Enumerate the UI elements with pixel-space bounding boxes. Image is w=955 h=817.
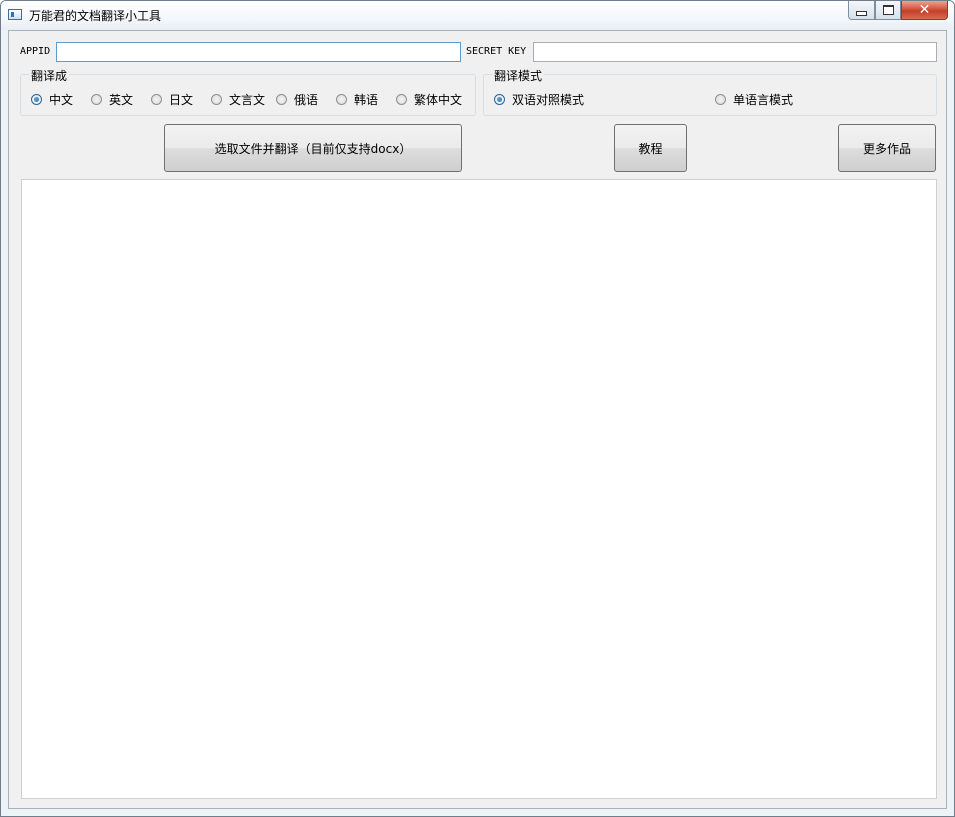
radio-label: 俄语 bbox=[294, 93, 319, 107]
window-title: 万能君的文档翻译小工具 bbox=[29, 9, 162, 23]
radio-unchecked-icon bbox=[336, 94, 347, 105]
radio-unchecked-icon bbox=[91, 94, 102, 105]
radio-lang-en[interactable]: 英文 bbox=[91, 91, 133, 108]
target-language-group: 翻译成 中文 英文 日文 文言文 俄语 韩语 繁体中文 bbox=[20, 67, 476, 116]
title-bar[interactable]: 万能君的文档翻译小工具 ✕ bbox=[1, 1, 954, 30]
radio-lang-ru[interactable]: 俄语 bbox=[276, 91, 318, 108]
radio-lang-classical[interactable]: 文言文 bbox=[211, 91, 265, 108]
radio-checked-icon bbox=[494, 94, 505, 105]
translate-mode-group: 翻译模式 双语对照模式 单语言模式 bbox=[483, 67, 937, 116]
radio-label: 中文 bbox=[49, 93, 74, 107]
target-language-title: 翻译成 bbox=[29, 67, 70, 84]
tutorial-button[interactable]: 教程 bbox=[614, 124, 687, 172]
radio-label: 双语对照模式 bbox=[512, 93, 585, 107]
maximize-icon bbox=[882, 5, 894, 15]
translate-mode-title: 翻译模式 bbox=[492, 67, 545, 84]
secret-key-input[interactable] bbox=[534, 43, 936, 61]
minimize-icon bbox=[856, 10, 867, 16]
radio-lang-zh-tw[interactable]: 繁体中文 bbox=[396, 91, 462, 108]
output-text-area[interactable] bbox=[21, 179, 937, 799]
appid-label: APPID bbox=[20, 46, 51, 57]
radio-lang-zh[interactable]: 中文 bbox=[31, 91, 73, 108]
radio-unchecked-icon bbox=[211, 94, 222, 105]
select-file-translate-button[interactable]: 选取文件并翻译（目前仅支持docx） bbox=[164, 124, 462, 172]
radio-unchecked-icon bbox=[151, 94, 162, 105]
close-icon: ✕ bbox=[918, 2, 931, 18]
radio-lang-ja[interactable]: 日文 bbox=[151, 91, 193, 108]
radio-mode-monolingual[interactable]: 单语言模式 bbox=[715, 91, 793, 108]
radio-label: 韩语 bbox=[354, 93, 379, 107]
radio-label: 文言文 bbox=[229, 93, 266, 107]
appid-field[interactable] bbox=[56, 42, 461, 62]
radio-label: 单语言模式 bbox=[733, 93, 794, 107]
maximize-button[interactable] bbox=[875, 1, 901, 20]
radio-lang-ko[interactable]: 韩语 bbox=[336, 91, 378, 108]
appid-input[interactable] bbox=[57, 43, 460, 61]
app-icon bbox=[8, 9, 22, 20]
radio-unchecked-icon bbox=[715, 94, 726, 105]
radio-label: 英文 bbox=[109, 93, 134, 107]
client-area: APPID SECRET KEY 翻译成 中文 英文 日文 文言文 俄语 韩语 … bbox=[8, 30, 947, 809]
radio-checked-icon bbox=[31, 94, 42, 105]
more-works-button[interactable]: 更多作品 bbox=[838, 124, 936, 172]
app-window: 万能君的文档翻译小工具 ✕ APPID SECRET KEY 翻译成 中文 英文… bbox=[0, 0, 955, 817]
close-button[interactable]: ✕ bbox=[901, 1, 948, 20]
secret-key-field[interactable] bbox=[533, 42, 937, 62]
secret-key-label: SECRET KEY bbox=[466, 46, 527, 57]
radio-mode-bilingual[interactable]: 双语对照模式 bbox=[494, 91, 584, 108]
radio-unchecked-icon bbox=[396, 94, 407, 105]
minimize-button[interactable] bbox=[848, 1, 875, 20]
radio-unchecked-icon bbox=[276, 94, 287, 105]
radio-label: 繁体中文 bbox=[414, 93, 463, 107]
radio-label: 日文 bbox=[169, 93, 194, 107]
